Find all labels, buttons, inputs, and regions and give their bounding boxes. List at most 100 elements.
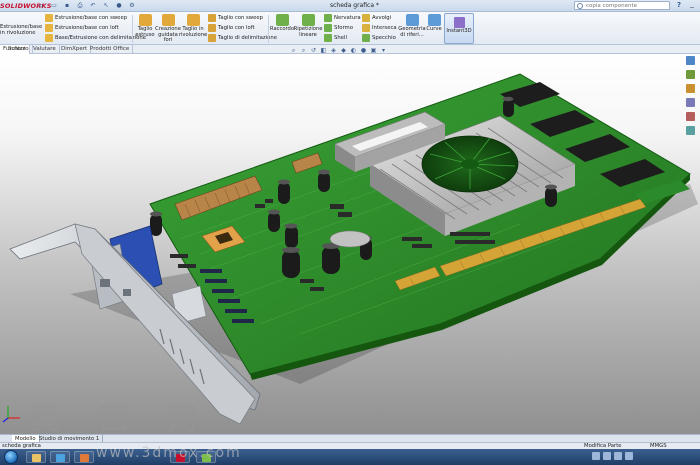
capacitor <box>502 96 514 117</box>
cut-boundary-tool[interactable]: Taglio di delimitazione <box>208 34 277 42</box>
model-tabs: Modello Studio di movimento 1 <box>0 434 700 443</box>
tab-sketch[interactable]: Schizzo <box>5 45 33 54</box>
taskbar-app-browser[interactable] <box>50 451 70 463</box>
instant3d-button[interactable]: Instant3D <box>444 13 474 44</box>
capacitor <box>150 211 162 236</box>
reference-geometry-tool[interactable]: Geometria di riferi... <box>397 14 427 38</box>
zoom-area-icon[interactable]: ⌕ <box>300 47 307 54</box>
linear-pattern-icon <box>301 14 315 26</box>
select-icon[interactable]: ↖ <box>101 1 111 10</box>
ribbon-separator <box>132 15 133 43</box>
appearance-icon[interactable]: ● <box>360 47 367 54</box>
app-logo[interactable]: SOLIDWORKS <box>0 1 51 11</box>
curves-label: Curve <box>426 26 442 32</box>
extrude-sweep-tool[interactable]: Estrusione/base con sweep <box>45 14 127 22</box>
section-view-icon[interactable]: ◧ <box>320 47 327 54</box>
shell-icon <box>324 34 332 42</box>
scene-icon[interactable]: ▣ <box>370 47 377 54</box>
capacitor <box>322 243 340 274</box>
command-manager-ribbon: Estrusione/base in rivoluzione Estrusion… <box>0 12 700 45</box>
rebuild-icon[interactable]: ● <box>114 1 124 10</box>
draft-icon <box>324 24 332 32</box>
cut-sweep-tool[interactable]: Taglio con sweep <box>208 14 263 22</box>
taskbar-app-explorer[interactable] <box>26 451 46 463</box>
boundary-base-tool[interactable]: Base/Estrusione con delimitazione <box>45 34 146 42</box>
design-library-icon[interactable] <box>686 70 695 79</box>
cut-loft-tool[interactable]: Taglio con loft <box>208 24 255 32</box>
view-orientation-icon[interactable]: ◈ <box>330 47 337 54</box>
instant3d-label: Instant3D <box>446 28 472 34</box>
network-icon[interactable] <box>592 452 600 460</box>
save-icon[interactable]: ▪ <box>62 1 72 10</box>
search-placeholder: copia componente <box>586 3 638 9</box>
capacitor <box>268 209 280 232</box>
appearances-icon[interactable] <box>686 112 695 121</box>
shell-tool[interactable]: Shell <box>324 34 347 42</box>
mirror-tool[interactable]: Specchio <box>362 34 396 42</box>
options-icon[interactable]: ⚙ <box>127 1 137 10</box>
open-icon[interactable]: ▭ <box>49 1 59 10</box>
loft-icon <box>45 24 53 32</box>
task-pane-tabs <box>686 56 698 135</box>
minimize-button[interactable]: _ <box>687 1 697 10</box>
hole-wizard-tool[interactable]: Creazione guidata fori <box>155 14 181 44</box>
language-icon[interactable] <box>614 452 622 460</box>
fillet-tool[interactable]: Raccordo <box>269 14 295 33</box>
view-palette-icon[interactable] <box>686 98 695 107</box>
wrap-tool[interactable]: Avvolgi <box>362 14 391 22</box>
hide-show-icon[interactable]: ◐ <box>350 47 357 54</box>
cut-extrude-label: Taglio estruso <box>135 26 155 38</box>
reference-geometry-icon <box>405 14 419 26</box>
extrude-loft-label: Estrusione/base con loft <box>55 25 119 31</box>
curves-tool[interactable]: Curve <box>425 14 443 33</box>
rib-icon <box>324 14 332 22</box>
volume-icon[interactable] <box>603 452 611 460</box>
cut-sweep-icon <box>208 14 216 22</box>
ribbon-separator <box>268 15 269 43</box>
undo-icon[interactable]: ↶ <box>88 1 98 10</box>
view-settings-icon[interactable]: ▾ <box>380 47 387 54</box>
rib-label: Nervatura <box>334 15 361 21</box>
taskbar-app-media[interactable] <box>74 451 94 463</box>
title-bar: SOLIDWORKS ▫ ▭ ▪ ⎙ ↶ ↖ ● ⚙ scheda grafic… <box>0 0 700 12</box>
resources-icon[interactable] <box>686 56 695 65</box>
start-button[interactable] <box>4 450 18 464</box>
fillet-label: Raccordo <box>269 26 295 32</box>
graphics-area[interactable] <box>0 54 700 440</box>
watermark-text: 莫 西 网 <box>30 402 211 437</box>
search-input[interactable]: copia componente <box>574 1 670 10</box>
cut-revolve-label: Taglio in rivoluzione <box>178 26 208 38</box>
extrude-sweep-label: Estrusione/base con sweep <box>55 15 128 21</box>
tab-evaluate[interactable]: Valutare <box>30 45 60 54</box>
print-icon[interactable]: ⎙ <box>75 1 85 10</box>
linear-pattern-tool[interactable]: Ripetizione lineare <box>293 14 323 38</box>
curves-icon <box>427 14 441 26</box>
revolve-base-tool[interactable]: Estrusione/base in rivoluzione <box>0 24 42 36</box>
custom-properties-icon[interactable] <box>686 126 695 135</box>
new-icon[interactable]: ▫ <box>36 1 46 10</box>
linear-pattern-label: Ripetizione lineare <box>293 26 323 38</box>
tab-office-products[interactable]: Prodotti Office <box>87 45 134 54</box>
rib-tool[interactable]: Nervatura <box>324 14 361 22</box>
file-explorer-icon[interactable] <box>686 84 695 93</box>
help-button[interactable]: ? <box>674 1 684 10</box>
wrap-label: Avvolgi <box>372 15 392 21</box>
flag-icon[interactable] <box>625 452 633 460</box>
zoom-fit-icon[interactable]: ⌕ <box>290 47 297 54</box>
reference-geometry-label: Geometria di riferi... <box>398 26 426 38</box>
display-style-icon[interactable]: ◆ <box>340 47 347 54</box>
intersect-tool[interactable]: Interseca <box>362 24 397 32</box>
fan-hub <box>461 159 479 169</box>
capacitor <box>282 247 300 278</box>
draft-tool[interactable]: Sformo <box>324 24 353 32</box>
cut-extrude-tool[interactable]: Taglio estruso <box>135 14 155 38</box>
cut-revolve-tool[interactable]: Taglio in rivoluzione <box>178 14 208 38</box>
cut-loft-label: Taglio con loft <box>218 25 255 31</box>
axis-triad-icon <box>2 406 20 423</box>
capacitor <box>545 184 557 207</box>
extrude-loft-tool[interactable]: Estrusione/base con loft <box>45 24 119 32</box>
previous-view-icon[interactable]: ↺ <box>310 47 317 54</box>
cut-sweep-label: Taglio con sweep <box>218 15 263 21</box>
shell-label: Shell <box>334 35 347 41</box>
cut-boundary-icon <box>208 34 216 42</box>
